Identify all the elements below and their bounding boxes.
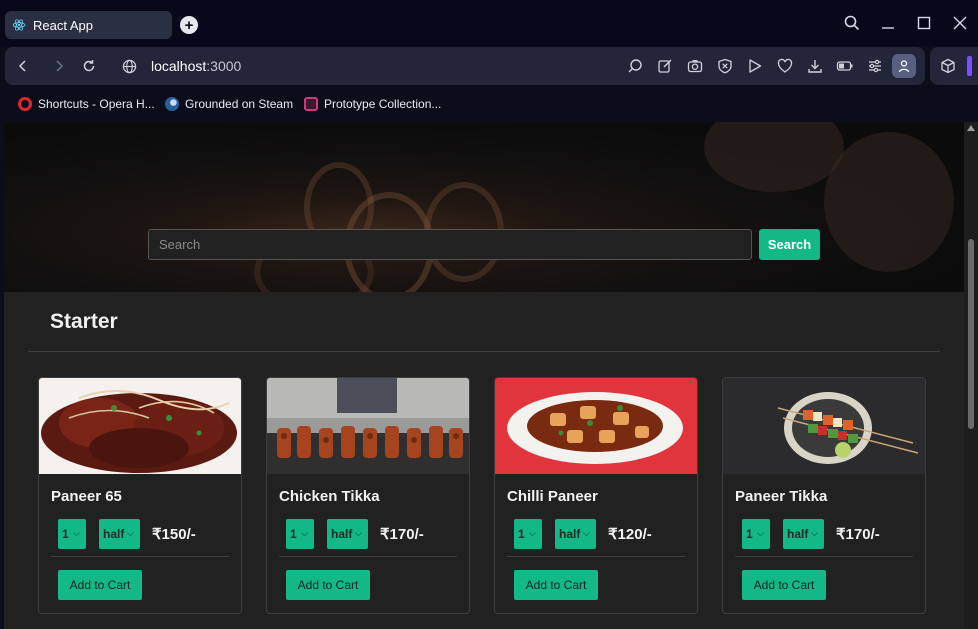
quantity-select[interactable]: 1 ⌵ [286,519,314,549]
globe-icon [119,56,139,76]
quantity-select[interactable]: 1 ⌵ [742,519,770,549]
quantity-value: 1 [518,527,525,541]
chevron-down-icon: ⌵ [529,528,536,538]
address-bar[interactable]: localhost:3000 [151,58,241,74]
chevron-down-icon: ⌵ [73,528,80,538]
back-icon[interactable] [13,56,33,76]
chevron-down-icon: ⌵ [811,528,818,538]
chevron-down-icon: ⌵ [301,528,308,538]
page-viewport: Search Starter Paneer 65 1⌵ half⌵ ₹150/-… [4,122,964,629]
food-card: Paneer Tikka 1 ⌵ half ⌵ ₹170/- Add to Cart [722,377,926,614]
size-select[interactable]: half ⌵ [555,519,596,549]
bookmark-grounded[interactable]: Grounded on Steam [165,96,293,112]
quantity-value: 1 [746,527,753,541]
opera-icon [18,97,32,111]
add-to-cart-button[interactable]: Add to Cart [742,570,826,600]
size-select[interactable]: half ⌵ [99,519,140,549]
scrollbar-thumb[interactable] [968,239,974,429]
add-to-cart-button[interactable]: Add to Cart [58,570,142,600]
prototype-icon [304,97,318,111]
minimize-icon[interactable] [879,14,897,32]
card-divider [735,556,913,557]
tab-title: React App [33,17,93,33]
find-in-page-icon[interactable] [625,56,645,76]
maximize-icon[interactable] [915,14,933,32]
quantity-value: 1 [290,527,297,541]
address-toolbar: localhost:3000 [5,47,925,85]
size-select[interactable]: half ⌵ [783,519,824,549]
food-card: Chilli Paneer 1 ⌵ half ⌵ ₹120/- Add to Car… [494,377,698,614]
extensions-cube-icon[interactable] [938,56,958,76]
food-price: ₹170/- [380,526,424,543]
category-title: Starter [50,310,118,333]
play-icon[interactable] [745,56,765,76]
steam-icon [165,97,179,111]
food-price: ₹120/- [608,526,652,543]
easy-setup-icon[interactable] [865,56,885,76]
size-select[interactable]: half ⌵ [327,519,368,549]
search-tabs-icon[interactable] [843,14,861,32]
food-image-detail [824,132,954,272]
bookmark-prototype[interactable]: Prototype Collection... [304,96,441,112]
sidebar-toolbar [930,47,978,85]
new-tab-button[interactable]: + [180,16,198,34]
card-divider [51,556,229,557]
food-price: ₹150/- [152,526,196,543]
size-value: half [103,527,125,541]
card-divider [507,556,685,557]
food-image-detail [704,122,844,192]
bookmark-label: Shortcuts - Opera H... [38,97,155,111]
search-button[interactable]: Search [759,229,820,260]
battery-saver-icon[interactable] [835,56,855,76]
hero-banner: Search [4,122,964,292]
add-to-cart-button[interactable]: Add to Cart [286,570,370,600]
browser-titlebar: React App + [0,0,978,46]
quantity-value: 1 [62,527,69,541]
chevron-down-icon: ⌵ [355,528,362,538]
reload-icon[interactable] [79,56,99,76]
search-input[interactable] [148,229,752,260]
react-icon [12,19,26,31]
url-port: :3000 [206,58,242,74]
browser-tab[interactable]: React App [5,11,172,39]
url-host: localhost [151,58,207,74]
quantity-select[interactable]: 1 ⌵ [58,519,86,549]
edit-icon[interactable] [655,56,675,76]
heart-icon[interactable] [775,56,795,76]
bookmark-shortcuts[interactable]: Shortcuts - Opera H... [18,96,155,112]
food-card: Paneer 65 1 ⌵ half ⌵ ₹150/- Add to Cart [38,377,242,614]
card-divider [279,556,457,557]
chevron-down-icon: ⌵ [583,528,590,538]
page-scrollbar[interactable] [964,122,978,629]
food-image [267,378,469,474]
chevron-down-icon: ⌵ [757,528,764,538]
download-icon[interactable] [805,56,825,76]
food-image [723,378,925,474]
sidebar-indicator [967,56,972,76]
food-name: Chilli Paneer [507,488,598,505]
food-name: Paneer 65 [51,488,122,505]
bookmark-label: Prototype Collection... [324,97,442,111]
food-card: Chicken Tikka 1 ⌵ half ⌵ ₹170/- Add to Car… [266,377,470,614]
food-image [495,378,697,474]
close-icon[interactable] [951,14,969,32]
camera-icon[interactable] [685,56,705,76]
size-value: half [787,527,809,541]
add-to-cart-button[interactable]: Add to Cart [514,570,598,600]
size-value: half [559,527,581,541]
profile-avatar-icon[interactable] [892,54,916,78]
bookmark-label: Grounded on Steam [185,97,294,111]
forward-icon[interactable] [49,56,69,76]
food-price: ₹170/- [836,526,880,543]
chevron-down-icon: ⌵ [127,528,134,538]
food-name: Paneer Tikka [735,488,828,505]
size-value: half [331,527,353,541]
quantity-select[interactable]: 1 ⌵ [514,519,542,549]
food-name: Chicken Tikka [279,488,380,505]
food-image [39,378,241,474]
bookmarks-bar: Shortcuts - Opera H... Grounded on Steam… [0,88,978,120]
category-divider [28,351,940,352]
adblock-shield-icon[interactable] [715,56,735,76]
scroll-up-icon[interactable] [967,125,975,131]
